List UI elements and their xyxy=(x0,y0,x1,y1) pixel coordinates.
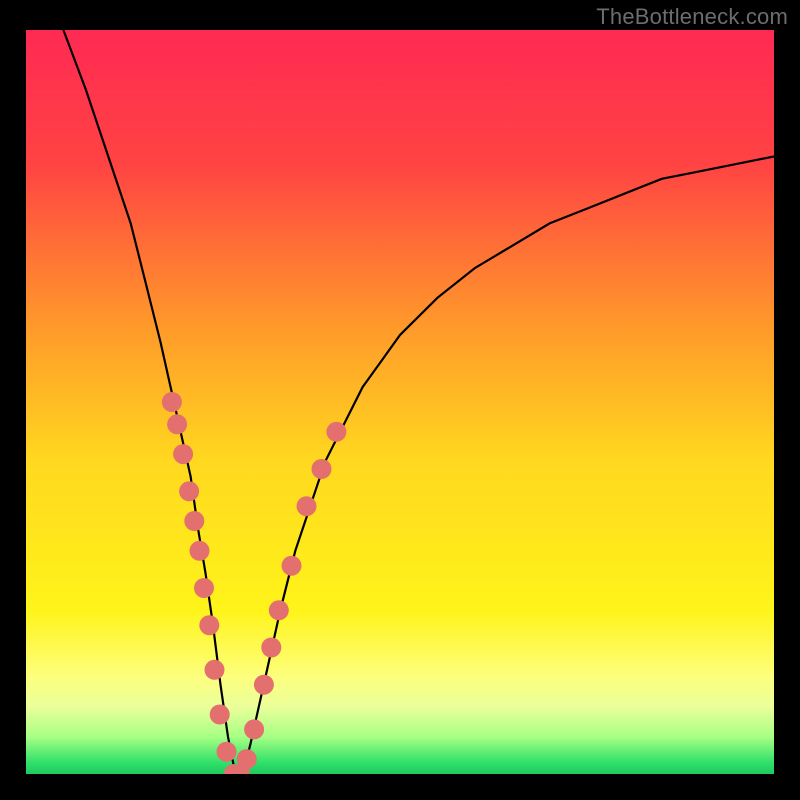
highlight-point xyxy=(244,719,264,739)
highlight-point xyxy=(194,578,214,598)
highlight-point xyxy=(254,675,274,695)
highlight-point xyxy=(210,705,230,725)
highlight-point xyxy=(167,414,187,434)
highlight-point xyxy=(312,459,332,479)
highlight-point xyxy=(179,481,199,501)
watermark-text: TheBottleneck.com xyxy=(596,4,788,30)
highlight-point xyxy=(190,541,210,561)
highlight-point xyxy=(199,615,219,635)
bottleneck-chart xyxy=(26,30,774,774)
highlight-point xyxy=(184,511,204,531)
highlight-point xyxy=(237,749,257,769)
highlight-point xyxy=(261,638,281,658)
highlight-point xyxy=(269,600,289,620)
chart-background xyxy=(26,30,774,774)
highlight-point xyxy=(162,392,182,412)
highlight-point xyxy=(217,742,237,762)
highlight-point xyxy=(205,660,225,680)
highlight-point xyxy=(173,444,193,464)
highlight-point xyxy=(326,422,346,442)
highlight-point xyxy=(282,556,302,576)
highlight-point xyxy=(297,496,317,516)
